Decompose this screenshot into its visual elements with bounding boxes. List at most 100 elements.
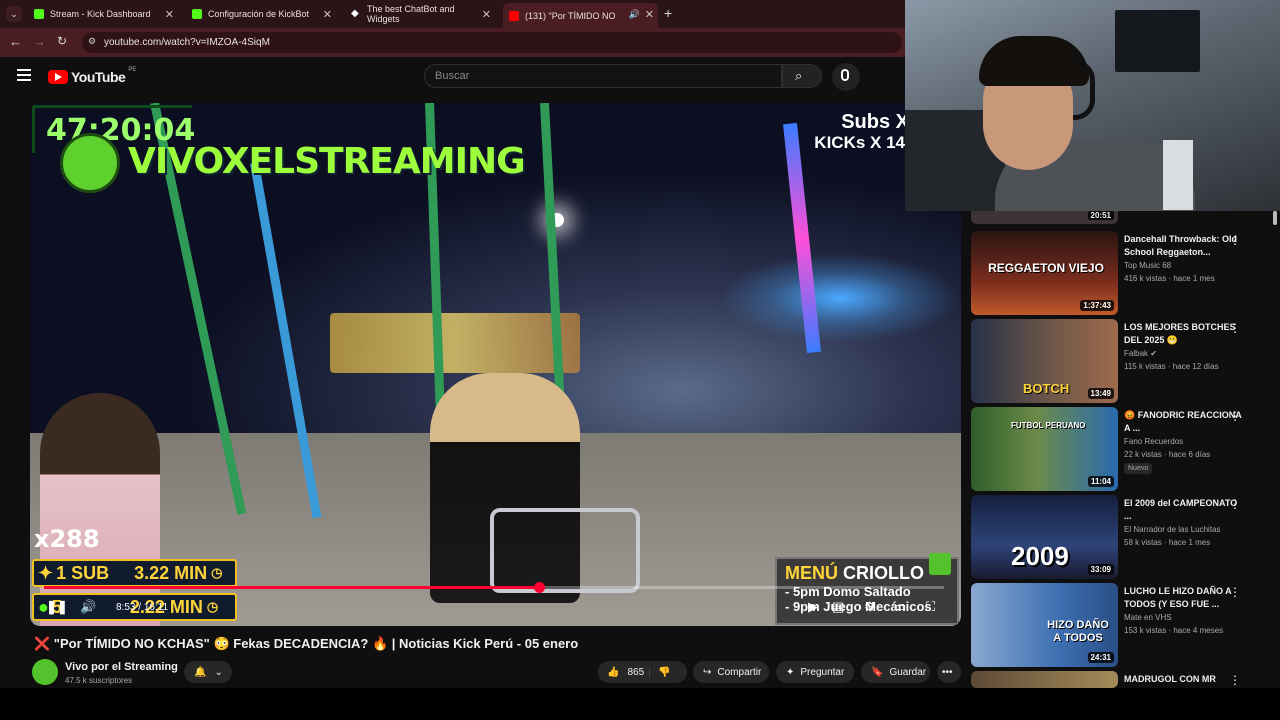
- webcam-overlay: [905, 0, 1280, 211]
- chevron-down-icon: ⌄: [214, 666, 223, 678]
- recommended-video[interactable]: 2009 33:09 El 2009 del CAMPEONATO ... El…: [971, 495, 1271, 579]
- recommended-video[interactable]: BOTCH 13:49 LOS MEJORES BOTCHES DEL 2025…: [971, 319, 1271, 403]
- progress-bar[interactable]: [44, 582, 944, 593]
- search-button[interactable]: ⌕: [782, 64, 822, 88]
- video-player[interactable]: 47:20:04 VIVOXELSTREAMING Subs X KICKs X…: [30, 103, 961, 626]
- voice-search-button[interactable]: [832, 63, 860, 91]
- recommended-video[interactable]: MADRUGOL CON MR ⋮: [971, 671, 1271, 688]
- video-title[interactable]: MADRUGOL CON MR: [1124, 673, 1244, 686]
- video-thumbnail[interactable]: [971, 671, 1118, 688]
- channel-name[interactable]: Fano Recuerdos: [1124, 437, 1183, 446]
- channel-avatar[interactable]: [32, 659, 58, 685]
- video-thumbnail[interactable]: 2009 33:09: [971, 495, 1118, 579]
- more-vert-icon[interactable]: ⋮: [1229, 497, 1241, 511]
- ask-button[interactable]: ✦ Preguntar: [776, 661, 854, 683]
- video-title[interactable]: LOS MEJORES BOTCHES DEL 2025 😬: [1124, 321, 1244, 347]
- more-vert-icon[interactable]: ⋮: [1229, 409, 1241, 423]
- save-button[interactable]: 🔖 Guardar: [861, 661, 930, 683]
- headset-icon: [1073, 60, 1095, 120]
- video-thumbnail[interactable]: BOTCH 13:49: [971, 319, 1118, 403]
- video-title[interactable]: 😡 FANODRIC REACCIONA A ...: [1124, 409, 1244, 435]
- share-label: Compartir: [717, 666, 762, 678]
- channel-name[interactable]: Top Music 68: [1124, 261, 1171, 270]
- fullscreen-icon[interactable]: ⛶: [926, 599, 935, 615]
- autoplay-toggle-icon[interactable]: ▶: [808, 599, 818, 615]
- video-thumbnail[interactable]: REGGAETON VIEJO 1:37:43: [971, 231, 1118, 315]
- recommended-video[interactable]: HIZO DAÑO A TODOS 24:31 LUCHO LE HIZO DA…: [971, 583, 1271, 667]
- pause-icon[interactable]: ❚❚: [46, 599, 68, 615]
- close-icon[interactable]: ✕: [165, 8, 174, 21]
- like-dislike-group: 👍 865 👎: [598, 661, 687, 683]
- youtube-wordmark: YouTube: [71, 69, 126, 85]
- reload-icon[interactable]: ↻: [57, 34, 67, 48]
- back-icon[interactable]: ←: [9, 34, 22, 49]
- channel-name[interactable]: El Narrador de las Luchitas: [1124, 525, 1221, 534]
- channel-name[interactable]: Vivo por el Streaming: [65, 661, 178, 673]
- notifications-button[interactable]: 🔔 ⌄: [184, 661, 232, 683]
- share-button[interactable]: ↪ Compartir: [693, 661, 769, 683]
- video-title[interactable]: El 2009 del CAMPEONATO ...: [1124, 497, 1244, 523]
- sub-timer-row: ✦ 1 SUB 3.22 MIN ◷: [32, 559, 237, 587]
- tab-chatbot-widgets[interactable]: ◆ The best ChatBot and Widgets ✕: [345, 4, 495, 24]
- forward-icon[interactable]: →: [33, 34, 46, 49]
- sparkle-icon: ✦: [786, 666, 795, 678]
- site-info-icon[interactable]: ⚙: [88, 36, 96, 47]
- channel-name[interactable]: Falbak ✔: [1124, 349, 1157, 358]
- more-vert-icon[interactable]: ⋮: [1229, 585, 1241, 599]
- menu-icon[interactable]: [17, 69, 31, 81]
- time-display: 8:53 / 16:11: [116, 602, 169, 613]
- tab-search-chevron-icon[interactable]: ⌄: [6, 6, 22, 22]
- settings-gear-icon[interactable]: ⚙: [864, 599, 876, 615]
- menu-title-b: CRIOLLO: [843, 563, 925, 583]
- new-tab-button[interactable]: +: [664, 5, 672, 21]
- video-meta: 153 k vistas · hace 4 meses: [1124, 626, 1224, 635]
- more-icon: •••: [942, 666, 953, 678]
- miniplayer-icon[interactable]: ▭: [894, 599, 906, 615]
- tab-youtube-video[interactable]: (131) "Por TÍMIDO NO 🔊 ✕: [503, 3, 658, 28]
- save-label: Guardar: [889, 666, 927, 678]
- video-title[interactable]: LUCHO LE HIZO DAÑO A TODOS (Y ESO FUE ..…: [1124, 585, 1244, 611]
- wall-tv: [1115, 10, 1200, 72]
- scrubber-handle[interactable]: [534, 582, 545, 593]
- channel-name[interactable]: Mate en VHS: [1124, 613, 1172, 622]
- ask-label: Preguntar: [800, 666, 845, 678]
- partial-thumbnail[interactable]: 20:51: [971, 211, 1118, 224]
- recommended-video[interactable]: FUTBOL PERUANO 11:04 😡 FANODRIC REACCION…: [971, 407, 1271, 491]
- tab-kick-dashboard[interactable]: Stream - Kick Dashboard ✕: [28, 4, 178, 24]
- menu-title: MENÚ CRIOLLO: [785, 563, 949, 584]
- more-actions-button[interactable]: •••: [937, 661, 961, 683]
- youtube-logo[interactable]: YouTube PE: [48, 67, 136, 85]
- sidebar-scrollbar[interactable]: [1272, 211, 1278, 688]
- like-button[interactable]: 👍 865: [598, 666, 650, 678]
- sub-minutes: 3.22 MIN: [134, 562, 208, 583]
- video-duration: 20:51: [1087, 211, 1114, 220]
- volume-icon[interactable]: 🔊: [80, 599, 96, 615]
- recommended-video[interactable]: REGGAETON VIEJO 1:37:43 Dancehall Throwb…: [971, 231, 1271, 315]
- more-vert-icon[interactable]: ⋮: [1229, 233, 1241, 247]
- search-input[interactable]: Buscar: [424, 64, 782, 88]
- speaker-icon[interactable]: 🔊: [629, 9, 640, 20]
- subtitles-icon[interactable]: ▤: [832, 599, 844, 615]
- like-count: 865: [627, 666, 645, 678]
- address-field[interactable]: ⚙ youtube.com/watch?v=IMZOA-4SiqM: [82, 32, 902, 53]
- sparkle-icon: ✦: [38, 562, 54, 583]
- video-thumbnail[interactable]: HIZO DAÑO A TODOS 24:31: [971, 583, 1118, 667]
- video-title[interactable]: Dancehall Throwback: Old School Reggaeto…: [1124, 233, 1244, 259]
- more-vert-icon[interactable]: ⋮: [1229, 673, 1241, 687]
- more-vert-icon[interactable]: ⋮: [1229, 321, 1241, 335]
- close-icon[interactable]: ✕: [323, 8, 332, 21]
- player-controls: ❚❚ 🔊 8:53 / 16:11 ▶ ▤ ⚙ ▭ ⛶: [30, 593, 961, 623]
- close-icon[interactable]: ✕: [645, 8, 654, 21]
- thumbs-down-icon: 👎: [658, 666, 671, 678]
- menu-title-a: MENÚ: [785, 563, 838, 583]
- scrollbar-thumb[interactable]: [1273, 211, 1277, 225]
- channel-logo-overlay: [60, 133, 120, 193]
- video-duration: 1:37:43: [1080, 300, 1114, 311]
- subscriber-count: 47.5 k suscriptores: [65, 676, 133, 685]
- microphone-icon: [841, 69, 849, 81]
- url-text: youtube.com/watch?v=IMZOA-4SiqM: [104, 37, 270, 48]
- tab-kickbot-config[interactable]: Configuración de KickBot ✕: [186, 4, 336, 24]
- video-thumbnail[interactable]: FUTBOL PERUANO 11:04: [971, 407, 1118, 491]
- close-icon[interactable]: ✕: [482, 8, 491, 21]
- dislike-button[interactable]: 👎: [650, 667, 670, 678]
